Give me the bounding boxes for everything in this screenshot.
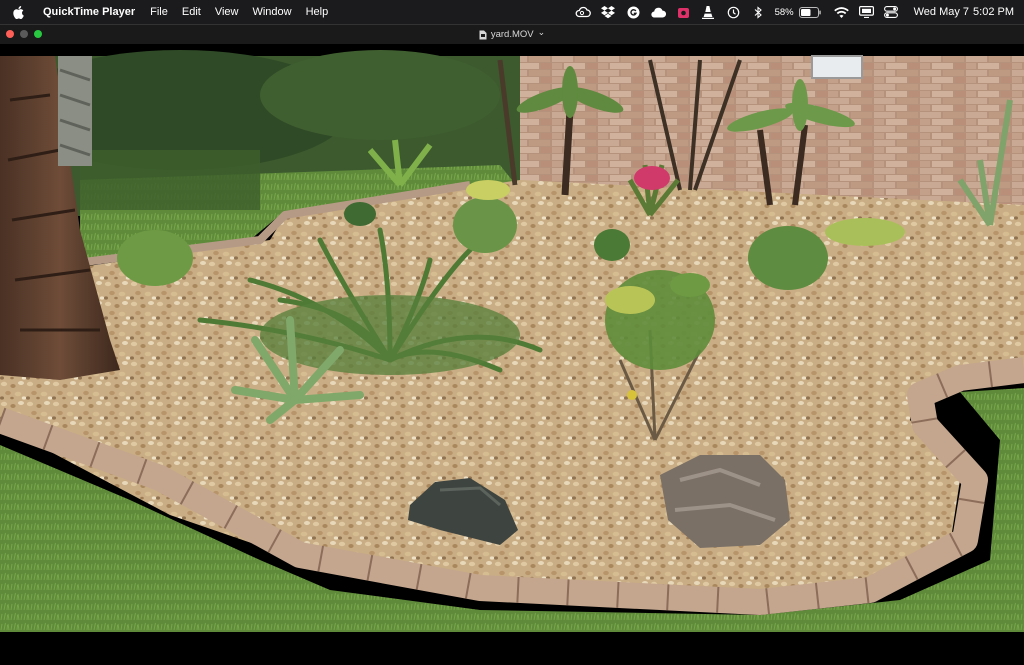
menu-clock[interactable]: Wed May 7 5:02 PM: [910, 6, 1014, 18]
creative-cloud-icon[interactable]: [571, 0, 596, 24]
edit-menu[interactable]: Edit: [175, 0, 208, 24]
video-player[interactable]: [0, 44, 1024, 665]
shrub: [117, 230, 193, 286]
record-icon[interactable]: [671, 0, 696, 24]
movie-file-icon: [479, 30, 487, 39]
minimize-button[interactable]: [20, 30, 28, 38]
zoom-button[interactable]: [34, 30, 42, 38]
help-menu[interactable]: Help: [299, 0, 336, 24]
clock-time: 5:02 PM: [973, 6, 1014, 18]
wifi-icon[interactable]: [829, 0, 854, 24]
window-title[interactable]: yard.MOV ⌄: [479, 27, 546, 40]
video-frame: [0, 50, 1024, 632]
house-window: [811, 55, 863, 79]
battery-percent: 58%: [774, 6, 794, 18]
grammarly-icon[interactable]: [621, 0, 646, 24]
control-center-icon[interactable]: [879, 0, 904, 24]
title-chevron-icon[interactable]: ⌄: [538, 27, 546, 38]
display-icon[interactable]: [854, 0, 879, 24]
clock-date: Wed May 7: [913, 6, 970, 18]
house-brick-wall: [520, 56, 1024, 206]
close-button[interactable]: [6, 30, 14, 38]
vlc-icon[interactable]: [696, 0, 721, 24]
apple-icon: [12, 5, 24, 19]
window-title-text: yard.MOV: [490, 29, 534, 40]
dropbox-icon[interactable]: [596, 0, 621, 24]
battery-icon[interactable]: [797, 0, 823, 24]
bluetooth-icon[interactable]: [746, 0, 771, 24]
time-machine-icon[interactable]: [721, 0, 746, 24]
menu-bar: QuickTime Player File Edit View Window H…: [0, 0, 1024, 24]
app-name-menu[interactable]: QuickTime Player: [36, 0, 143, 24]
view-menu[interactable]: View: [208, 0, 246, 24]
file-menu[interactable]: File: [143, 0, 175, 24]
apple-menu[interactable]: [0, 5, 36, 19]
cloud-icon[interactable]: [646, 0, 671, 24]
window-menu[interactable]: Window: [245, 0, 298, 24]
window-titlebar[interactable]: yard.MOV ⌄: [0, 24, 1024, 44]
traffic-lights: [6, 30, 42, 38]
